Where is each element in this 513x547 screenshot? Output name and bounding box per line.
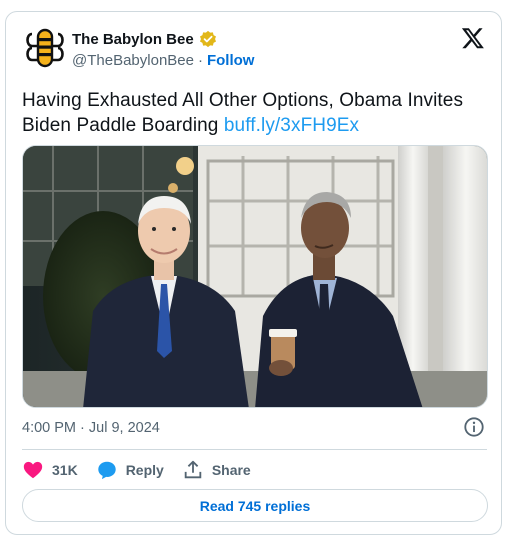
- reply-button[interactable]: Reply: [96, 459, 164, 481]
- divider: [22, 449, 487, 450]
- gold-verified-badge-icon: [199, 30, 216, 48]
- tweet-link[interactable]: buff.ly/3xFH9Ex: [224, 115, 359, 136]
- tweet-photo[interactable]: [22, 145, 488, 408]
- heart-icon: [23, 461, 43, 479]
- follow-button[interactable]: Follow: [207, 52, 255, 69]
- tweet-card: The Babylon Bee @TheBabylonBee · Follow …: [5, 11, 502, 535]
- read-replies-button[interactable]: Read 745 replies: [22, 489, 488, 522]
- like-button[interactable]: 31K: [22, 459, 78, 481]
- share-label: Share: [211, 462, 251, 478]
- reply-label: Reply: [125, 462, 164, 478]
- x-logo-icon[interactable]: [461, 26, 485, 50]
- speech-bubble-icon: [97, 461, 116, 480]
- tweet-actions: 31K Reply Share: [22, 458, 269, 482]
- tweet-timestamp[interactable]: 4:00 PM · Jul 9, 2024: [22, 420, 160, 436]
- share-upload-icon: [184, 460, 202, 479]
- photo-image: [23, 146, 487, 407]
- info-icon[interactable]: [463, 416, 485, 438]
- author-name-row: The Babylon Bee: [72, 30, 217, 48]
- like-count: 31K: [52, 462, 78, 478]
- tweet-text: Having Exhausted All Other Options, Obam…: [22, 88, 490, 138]
- share-button[interactable]: Share: [182, 459, 251, 481]
- author-handle-row: @TheBabylonBee · Follow: [72, 52, 254, 69]
- handle-separator: ·: [197, 52, 203, 69]
- author-handle[interactable]: @TheBabylonBee: [72, 52, 194, 69]
- author-display-name[interactable]: The Babylon Bee: [72, 31, 194, 48]
- bee-logo-icon[interactable]: [23, 26, 67, 70]
- read-replies-label: Read 745 replies: [199, 497, 311, 514]
